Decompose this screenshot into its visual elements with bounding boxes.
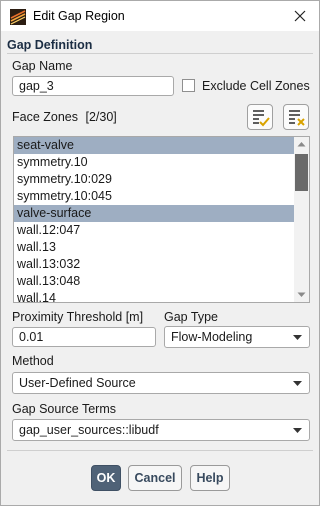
proximity-threshold-label: Proximity Threshold [m] xyxy=(12,310,144,324)
list-item[interactable]: wall.13:032 xyxy=(14,256,294,273)
method-label: Method xyxy=(12,354,54,368)
title-bar[interactable]: Edit Gap Region xyxy=(1,1,319,31)
list-item-label: symmetry.10:029 xyxy=(17,172,112,186)
select-all-icon xyxy=(253,110,270,127)
chevron-down-icon xyxy=(293,428,302,433)
list-item-label: symmetry.10 xyxy=(17,155,88,169)
list-item[interactable]: seat-valve xyxy=(14,137,294,154)
list-item-label: wall.13:032 xyxy=(17,257,81,271)
proximity-threshold-input[interactable]: 0.01 xyxy=(12,327,156,347)
chevron-down-icon xyxy=(293,335,302,340)
edit-gap-region-dialog: Edit Gap Region Gap Definition Gap Name … xyxy=(0,0,320,506)
face-zones-count: [2/30] xyxy=(85,110,117,124)
section-title-gap-definition: Gap Definition xyxy=(7,38,93,52)
select-all-button[interactable] xyxy=(247,104,273,130)
list-item[interactable]: symmetry.10:045 xyxy=(14,188,294,205)
list-item-label: wall.13 xyxy=(17,240,56,254)
list-item[interactable]: valve-surface xyxy=(14,205,294,222)
list-item[interactable]: wall.12:047 xyxy=(14,222,294,239)
ok-button[interactable]: OK xyxy=(91,465,121,491)
section-divider xyxy=(7,53,313,54)
exclude-cell-zones-label: Exclude Cell Zones xyxy=(202,79,310,93)
list-item-label: symmetry.10:045 xyxy=(17,189,112,203)
gap-name-input[interactable]: gap_3 xyxy=(12,76,174,96)
list-item[interactable]: wall.13:048 xyxy=(14,273,294,290)
exclude-cell-zones-checkbox[interactable] xyxy=(182,79,195,92)
list-item-label: seat-valve xyxy=(17,138,74,152)
fluent-app-icon xyxy=(10,9,26,25)
scroll-up-arrow-icon[interactable] xyxy=(294,137,309,152)
close-icon[interactable] xyxy=(289,5,311,27)
face-zones-scrollbar[interactable] xyxy=(294,137,309,302)
help-button[interactable]: Help xyxy=(190,465,230,491)
chevron-down-icon xyxy=(293,381,302,386)
deselect-all-icon xyxy=(289,110,305,126)
gap-name-label: Gap Name xyxy=(12,59,73,73)
gap-type-value: Flow-Modeling xyxy=(171,330,253,344)
gap-source-terms-dropdown[interactable]: gap_user_sources::libudf xyxy=(12,419,310,441)
window-title: Edit Gap Region xyxy=(33,9,125,23)
footer-divider xyxy=(7,450,313,451)
list-item-label: valve-surface xyxy=(17,206,92,220)
face-zones-label: Face Zones [2/30] xyxy=(12,110,117,124)
deselect-all-button[interactable] xyxy=(283,104,309,130)
list-item[interactable]: symmetry.10 xyxy=(14,154,294,171)
face-zones-title: Face Zones xyxy=(12,110,79,124)
gap-source-terms-value: gap_user_sources::libudf xyxy=(19,423,159,437)
face-zones-list[interactable]: seat-valve symmetry.10 symmetry.10:029 s… xyxy=(13,136,310,303)
method-dropdown[interactable]: User-Defined Source xyxy=(12,372,310,394)
list-item[interactable]: symmetry.10:029 xyxy=(14,171,294,188)
gap-source-terms-label: Gap Source Terms xyxy=(12,402,116,416)
gap-type-label: Gap Type xyxy=(164,310,218,324)
gap-type-dropdown[interactable]: Flow-Modeling xyxy=(164,326,310,348)
cancel-button[interactable]: Cancel xyxy=(128,465,182,491)
list-item-label: wall.13:048 xyxy=(17,274,81,288)
list-item[interactable]: wall.14 xyxy=(14,290,294,303)
list-item-label: wall.12:047 xyxy=(17,223,81,237)
method-value: User-Defined Source xyxy=(19,376,136,390)
list-item[interactable]: wall.13 xyxy=(14,239,294,256)
scroll-thumb[interactable] xyxy=(295,154,308,191)
scroll-down-arrow-icon[interactable] xyxy=(294,287,309,302)
list-item-label: wall.14 xyxy=(17,291,56,303)
